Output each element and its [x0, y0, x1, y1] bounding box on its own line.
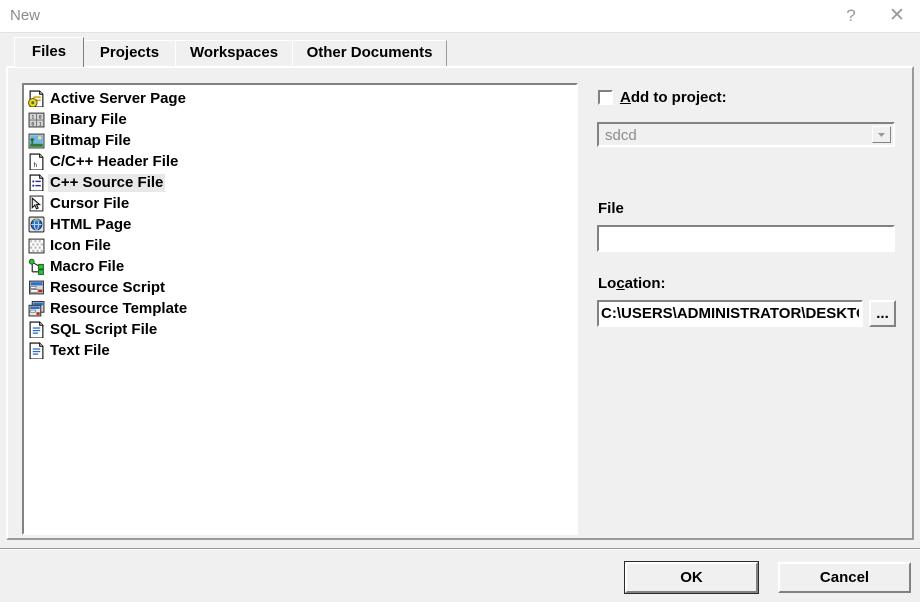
ok-button[interactable]: OK	[624, 561, 759, 594]
list-item[interactable]: Macro File	[26, 256, 576, 277]
list-item[interactable]: HTML Page	[26, 214, 576, 235]
list-item-label: Text File	[50, 341, 110, 359]
title-bar: New ? ✕	[0, 0, 920, 33]
help-icon[interactable]: ?	[828, 0, 874, 32]
add-to-project-row[interactable]: Add to project:	[598, 89, 727, 106]
close-icon[interactable]: ✕	[874, 0, 920, 32]
tab-files[interactable]: Files	[14, 37, 84, 67]
list-item[interactable]: Bitmap File	[26, 130, 576, 151]
tab-projects[interactable]: Projects	[83, 40, 176, 66]
list-item-label: Active Server Page	[50, 89, 186, 107]
list-item-label: Icon File	[50, 236, 111, 254]
list-item-label: Resource Template	[50, 299, 188, 317]
file-type-list: Active Server Page 1 0 0 1 Binary File Bitmap …	[24, 85, 576, 361]
tab-strip: Files Projects Workspaces Other Documents	[0, 33, 920, 67]
resource-template-icon	[28, 300, 45, 317]
bitmap-file-icon	[28, 132, 45, 149]
list-item-label: Macro File	[50, 257, 125, 275]
project-combobox-value: sdcd	[605, 127, 637, 144]
location-field-label: Location:	[598, 275, 666, 292]
cancel-button[interactable]: Cancel	[778, 562, 911, 593]
location-input[interactable]	[597, 300, 863, 327]
list-item[interactable]: Resource Script	[26, 277, 576, 298]
svg-text:1: 1	[31, 114, 34, 120]
svg-text:1: 1	[39, 121, 42, 127]
accel-letter: A	[620, 89, 631, 106]
accel-letter: c	[616, 275, 625, 292]
list-item[interactable]: Cursor File	[26, 193, 576, 214]
add-to-project-checkbox[interactable]	[598, 90, 613, 105]
text-file-icon	[28, 342, 45, 359]
resource-script-icon	[28, 279, 45, 296]
file-type-listbox[interactable]: Active Server Page 1 0 0 1 Binary File Bitmap …	[22, 83, 578, 535]
file-field-label: File	[598, 200, 624, 217]
browse-folder-button[interactable]: ...	[869, 300, 896, 327]
svg-text:0: 0	[39, 114, 42, 120]
icon-file-icon	[28, 237, 45, 254]
file-name-input[interactable]	[597, 225, 895, 252]
list-item-label: C++ Source File	[48, 173, 166, 192]
list-item[interactable]: h C/C++ Header File	[26, 151, 576, 172]
svg-text:h: h	[33, 161, 37, 169]
list-item[interactable]: Text File	[26, 340, 576, 361]
list-item-label: Bitmap File	[50, 131, 131, 149]
add-to-project-label: Add to project:	[620, 89, 727, 106]
tab-workspaces[interactable]: Workspaces	[175, 40, 293, 66]
list-item-label: HTML Page	[50, 215, 132, 233]
list-item-label: C/C++ Header File	[50, 152, 179, 170]
svg-text:0: 0	[31, 121, 34, 127]
list-item[interactable]: Active Server Page	[26, 88, 576, 109]
list-item[interactable]: Resource Template	[26, 298, 576, 319]
footer-separator	[0, 548, 920, 550]
list-item[interactable]: C++ Source File	[26, 172, 576, 193]
chevron-down-icon[interactable]	[872, 126, 891, 143]
window-title: New	[10, 7, 41, 24]
binary-file-icon: 1001	[28, 111, 45, 128]
html-page-icon	[28, 216, 45, 233]
sql-script-file-icon	[28, 321, 45, 338]
project-combobox[interactable]: sdcd	[597, 122, 895, 147]
list-item[interactable]: 1 0 0 1 Binary File	[26, 109, 576, 130]
list-item-label: Cursor File	[50, 194, 130, 212]
list-item-label: SQL Script File	[50, 320, 158, 338]
new-file-dialog: New ? ✕ Files Projects Workspaces Other Doc…	[0, 0, 920, 602]
header-file-icon: h	[28, 153, 45, 170]
list-item[interactable]: SQL Script File	[26, 319, 576, 340]
cursor-file-icon	[28, 195, 45, 212]
active-server-page-icon	[28, 90, 45, 107]
list-item-label: Binary File	[50, 110, 127, 128]
cpp-source-file-icon	[28, 174, 45, 191]
list-item-label: Resource Script	[50, 278, 166, 296]
list-item[interactable]: Icon File	[26, 235, 576, 256]
macro-file-icon	[28, 258, 45, 275]
tab-other-documents[interactable]: Other Documents	[292, 40, 447, 66]
